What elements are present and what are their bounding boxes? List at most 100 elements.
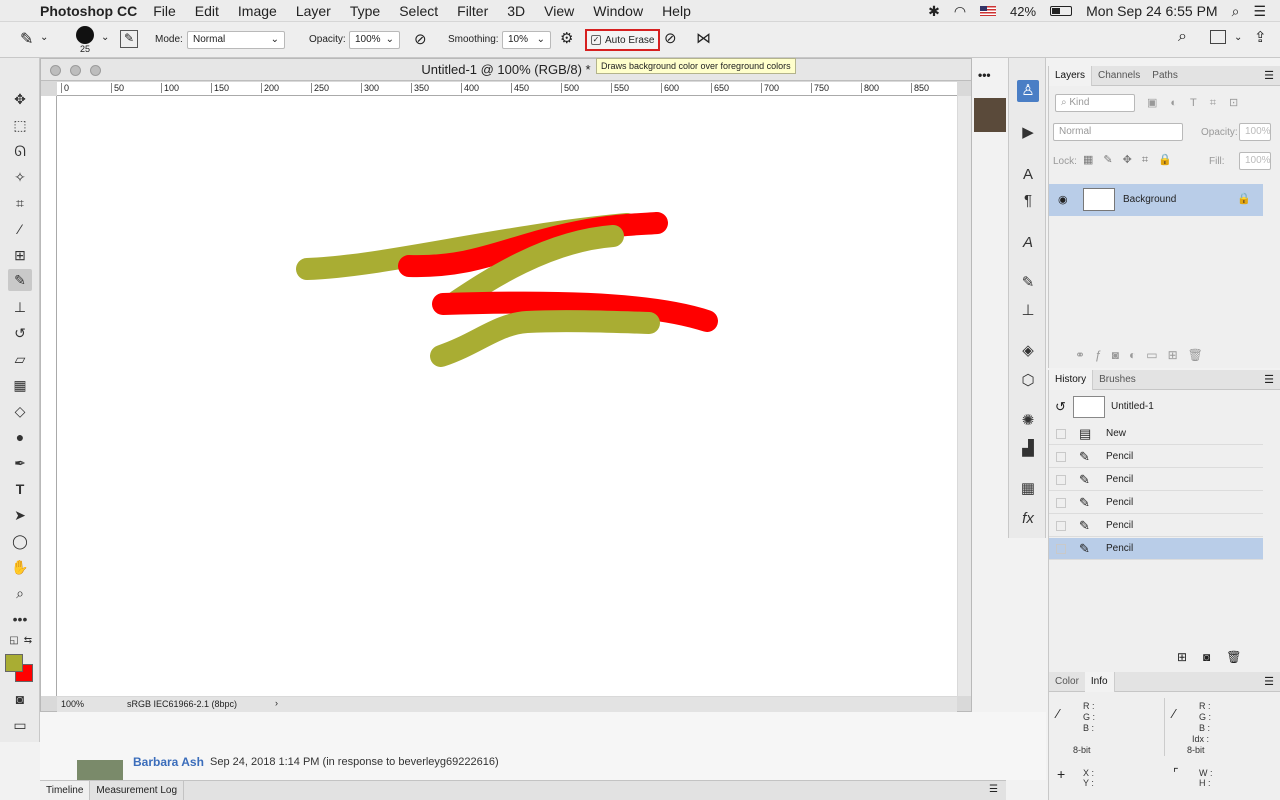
history-actions-icons[interactable]: ⊞◙🗑 (1177, 650, 1258, 664)
lasso-tool-icon[interactable]: ᘏ (8, 140, 32, 162)
move-tool-icon[interactable]: ✥ (8, 88, 32, 110)
panel-menu-icon[interactable]: ☰ (1264, 69, 1274, 82)
clock[interactable]: Mon Sep 24 6:55 PM (1086, 3, 1218, 19)
app-name-menu[interactable]: Photoshop CC (40, 3, 137, 19)
blend-mode-dropdown[interactable]: Normal (1053, 123, 1183, 141)
lock-icons[interactable]: ▦✎✥⌗🔒 (1083, 153, 1182, 167)
history-step-checkbox[interactable] (1056, 475, 1066, 485)
3d-cube-icon[interactable]: ⬡ (1017, 370, 1039, 392)
menu-view[interactable]: View (544, 3, 574, 19)
play-icon[interactable]: ▶ (1017, 122, 1039, 144)
history-step-pencil-3[interactable]: ✎ Pencil (1049, 492, 1263, 514)
menu-filter[interactable]: Filter (457, 3, 488, 19)
brush-preview[interactable] (76, 26, 94, 44)
bluetooth-icon[interactable]: ✱ (928, 3, 940, 20)
search-icon[interactable]: ⌕ (1178, 28, 1187, 46)
commenter-name-link[interactable]: Barbara Ash (133, 755, 204, 769)
history-brush-icon[interactable]: ↺ (1055, 399, 1066, 415)
share-icon[interactable]: ⇪ (1254, 28, 1267, 46)
styles-fx-icon[interactable]: fx (1017, 508, 1039, 530)
workspace-icon[interactable] (1210, 30, 1226, 44)
panel-menu-icon[interactable]: ☰ (989, 784, 998, 795)
history-brush-tool-icon[interactable]: ↺ (8, 322, 32, 344)
pen-tool-icon[interactable]: ✒ (8, 452, 32, 474)
tab-layers[interactable]: Layers (1049, 65, 1093, 86)
smoothing-field[interactable]: 10% ⌄ (502, 31, 551, 49)
menu-file[interactable]: File (153, 3, 176, 19)
zoom-level[interactable]: 100% (61, 699, 84, 709)
layer-filter-kind[interactable]: ⌕ Kind (1055, 94, 1135, 112)
chevron-down-icon[interactable]: ⌄ (40, 32, 48, 43)
panel-menu-icon[interactable]: ☰ (1264, 675, 1274, 688)
menu-type[interactable]: Type (350, 3, 380, 19)
foreground-color-swatch[interactable] (5, 654, 23, 672)
opacity-field[interactable]: 100% ⌄ (349, 31, 400, 49)
pressure-size-icon[interactable]: ⊘ (664, 29, 677, 47)
history-step-pencil-1[interactable]: ✎ Pencil (1049, 446, 1263, 468)
crop-tool-icon[interactable]: ⌗ (8, 192, 32, 214)
dodge-tool-icon[interactable]: ● (8, 426, 32, 448)
healing-brush-tool-icon[interactable]: ⊞ (8, 244, 32, 266)
gear-icon[interactable]: ⚙ (560, 29, 573, 47)
clone-source-icon[interactable]: ⊥ (1017, 300, 1039, 322)
tab-channels[interactable]: Channels (1092, 66, 1146, 86)
eraser-tool-icon[interactable]: ▱ (8, 348, 32, 370)
type-tool-icon[interactable]: T (8, 478, 32, 500)
history-step-pencil-5[interactable]: ✎ Pencil (1049, 538, 1263, 560)
glyphs-icon[interactable]: A (1017, 232, 1039, 254)
navigator-thumbnail[interactable] (974, 98, 1006, 132)
mode-dropdown[interactable]: Normal ⌄ (187, 31, 285, 49)
menu-window[interactable]: Window (593, 3, 643, 19)
hand-tool-icon[interactable]: ✋ (8, 556, 32, 578)
spotlight-search-icon[interactable]: ⌕ (1232, 3, 1240, 20)
menu-layer[interactable]: Layer (296, 3, 331, 19)
eyedropper-tool-icon[interactable]: ⁄ (8, 218, 32, 240)
horizontal-ruler[interactable]: 0 50 100 150 200 250 300 350 400 450 500 550 600 650 7… (57, 82, 957, 96)
menu-edit[interactable]: Edit (195, 3, 219, 19)
quick-mask-icon[interactable]: ◙ (8, 688, 32, 710)
chevron-down-icon[interactable]: ⌄ (1234, 32, 1242, 43)
panel-menu-icon[interactable]: ☰ (1264, 373, 1274, 386)
puppet-icon[interactable]: ♙ (1017, 80, 1039, 102)
swap-colors-icon[interactable]: ⇆ (16, 630, 40, 652)
history-step-checkbox[interactable] (1056, 521, 1066, 531)
stamp-tool-icon[interactable]: ⊥ (8, 296, 32, 318)
layer-opacity-field[interactable]: 100% (1239, 123, 1271, 141)
tab-measurement-log[interactable]: Measurement Log (90, 780, 185, 800)
input-source-flag-icon[interactable] (980, 6, 997, 16)
tab-paths[interactable]: Paths (1146, 66, 1184, 86)
menu-3d[interactable]: 3D (507, 3, 525, 19)
avatar[interactable] (77, 760, 123, 780)
history-snapshot[interactable]: ↺ Untitled-1 (1049, 394, 1263, 420)
screen-mode-icon[interactable]: ▭ (8, 714, 32, 736)
tab-timeline[interactable]: Timeline (40, 780, 91, 800)
adjustments-icon[interactable]: ✺ (1017, 410, 1039, 432)
grid-icon[interactable]: ▦ (1017, 478, 1039, 500)
chevron-right-icon[interactable]: › (275, 698, 278, 708)
history-step-checkbox[interactable] (1056, 498, 1066, 508)
auto-erase-checkbox[interactable]: ✓ Auto Erase (585, 29, 661, 51)
tab-brushes[interactable]: Brushes (1093, 370, 1142, 390)
ellipse-tool-icon[interactable]: ◯ (8, 530, 32, 552)
battery-icon[interactable] (1050, 6, 1073, 16)
eye-visibility-icon[interactable]: ◉ (1058, 193, 1068, 206)
tab-info[interactable]: Info (1084, 671, 1115, 692)
menu-image[interactable]: Image (238, 3, 277, 19)
history-step-checkbox[interactable] (1056, 544, 1066, 554)
marquee-tool-icon[interactable]: ⬚ (8, 114, 32, 136)
fill-field[interactable]: 100% (1239, 152, 1271, 170)
tab-color[interactable]: Color (1049, 672, 1085, 692)
layer-row-background[interactable]: ◉ Background 🔒 (1049, 184, 1263, 216)
notification-center-icon[interactable]: ☰ (1253, 3, 1266, 20)
pressure-opacity-icon[interactable]: ⊘ (414, 30, 427, 48)
more-tools-icon[interactable]: ••• (8, 608, 32, 630)
pencil-tool-icon[interactable]: ✎ (8, 269, 32, 291)
blur-tool-icon[interactable]: ◇ (8, 400, 32, 422)
character-icon[interactable]: A (1017, 164, 1039, 186)
history-step-new[interactable]: ▤ New (1049, 423, 1263, 445)
layer-filter-icons[interactable]: ▣◐T⌗⊡ (1147, 96, 1251, 110)
tab-history[interactable]: History (1049, 369, 1094, 390)
layer-actions-icons[interactable]: ⚭ƒ◙◐▭⊞🗑 (1075, 348, 1213, 362)
histogram-icon[interactable]: ▟ (1017, 438, 1039, 460)
paragraph-icon[interactable]: ¶ (1017, 190, 1039, 212)
